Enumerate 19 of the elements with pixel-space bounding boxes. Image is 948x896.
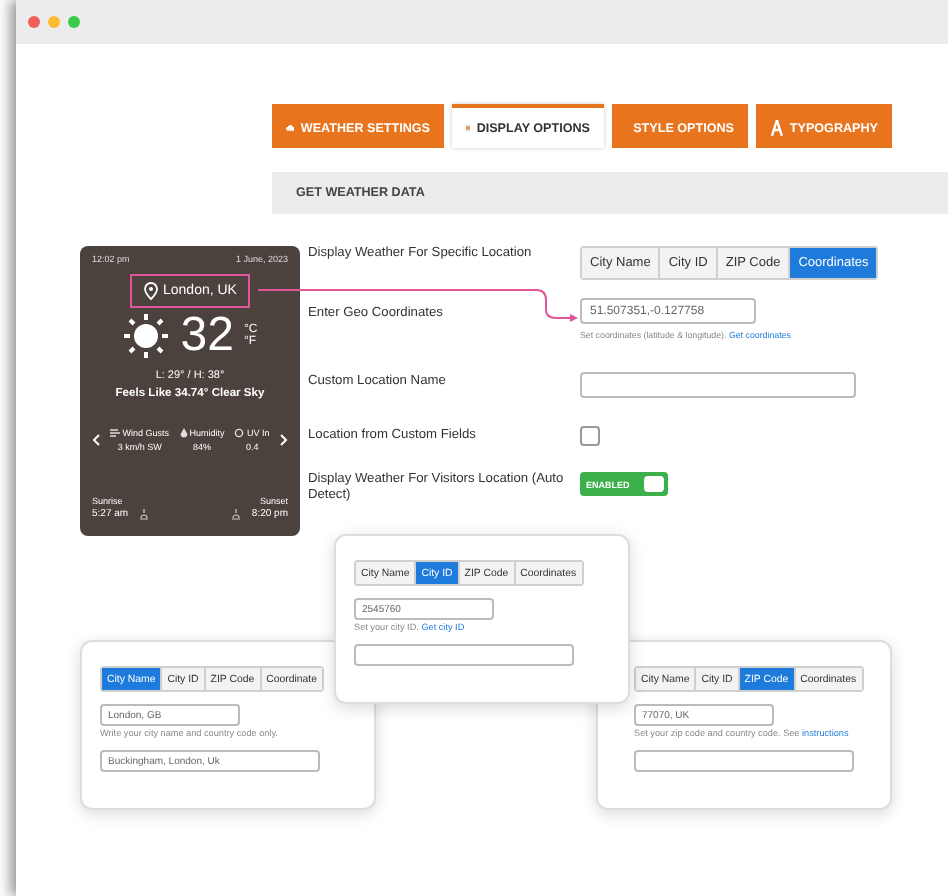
pin-icon	[143, 282, 157, 300]
temperature: 32	[180, 312, 234, 360]
input-field[interactable]	[634, 750, 854, 772]
cloud-icon	[286, 120, 295, 136]
typography-icon	[770, 120, 784, 136]
input-field[interactable]	[580, 372, 856, 398]
wind-icon	[110, 428, 121, 438]
uv-icon	[234, 428, 245, 438]
checkbox[interactable]	[580, 426, 600, 446]
sun-icon	[122, 312, 171, 360]
droplet-icon	[179, 428, 188, 438]
maximize-dot[interactable]	[68, 16, 80, 28]
sunset-icon	[229, 508, 242, 520]
sunrise-icon	[138, 508, 151, 520]
close-dot[interactable]	[28, 16, 40, 28]
chevron-right-icon[interactable]	[279, 434, 288, 446]
minimize-dot[interactable]	[48, 16, 60, 28]
chevron-left-icon[interactable]	[92, 434, 100, 446]
input-field[interactable]	[354, 644, 574, 666]
